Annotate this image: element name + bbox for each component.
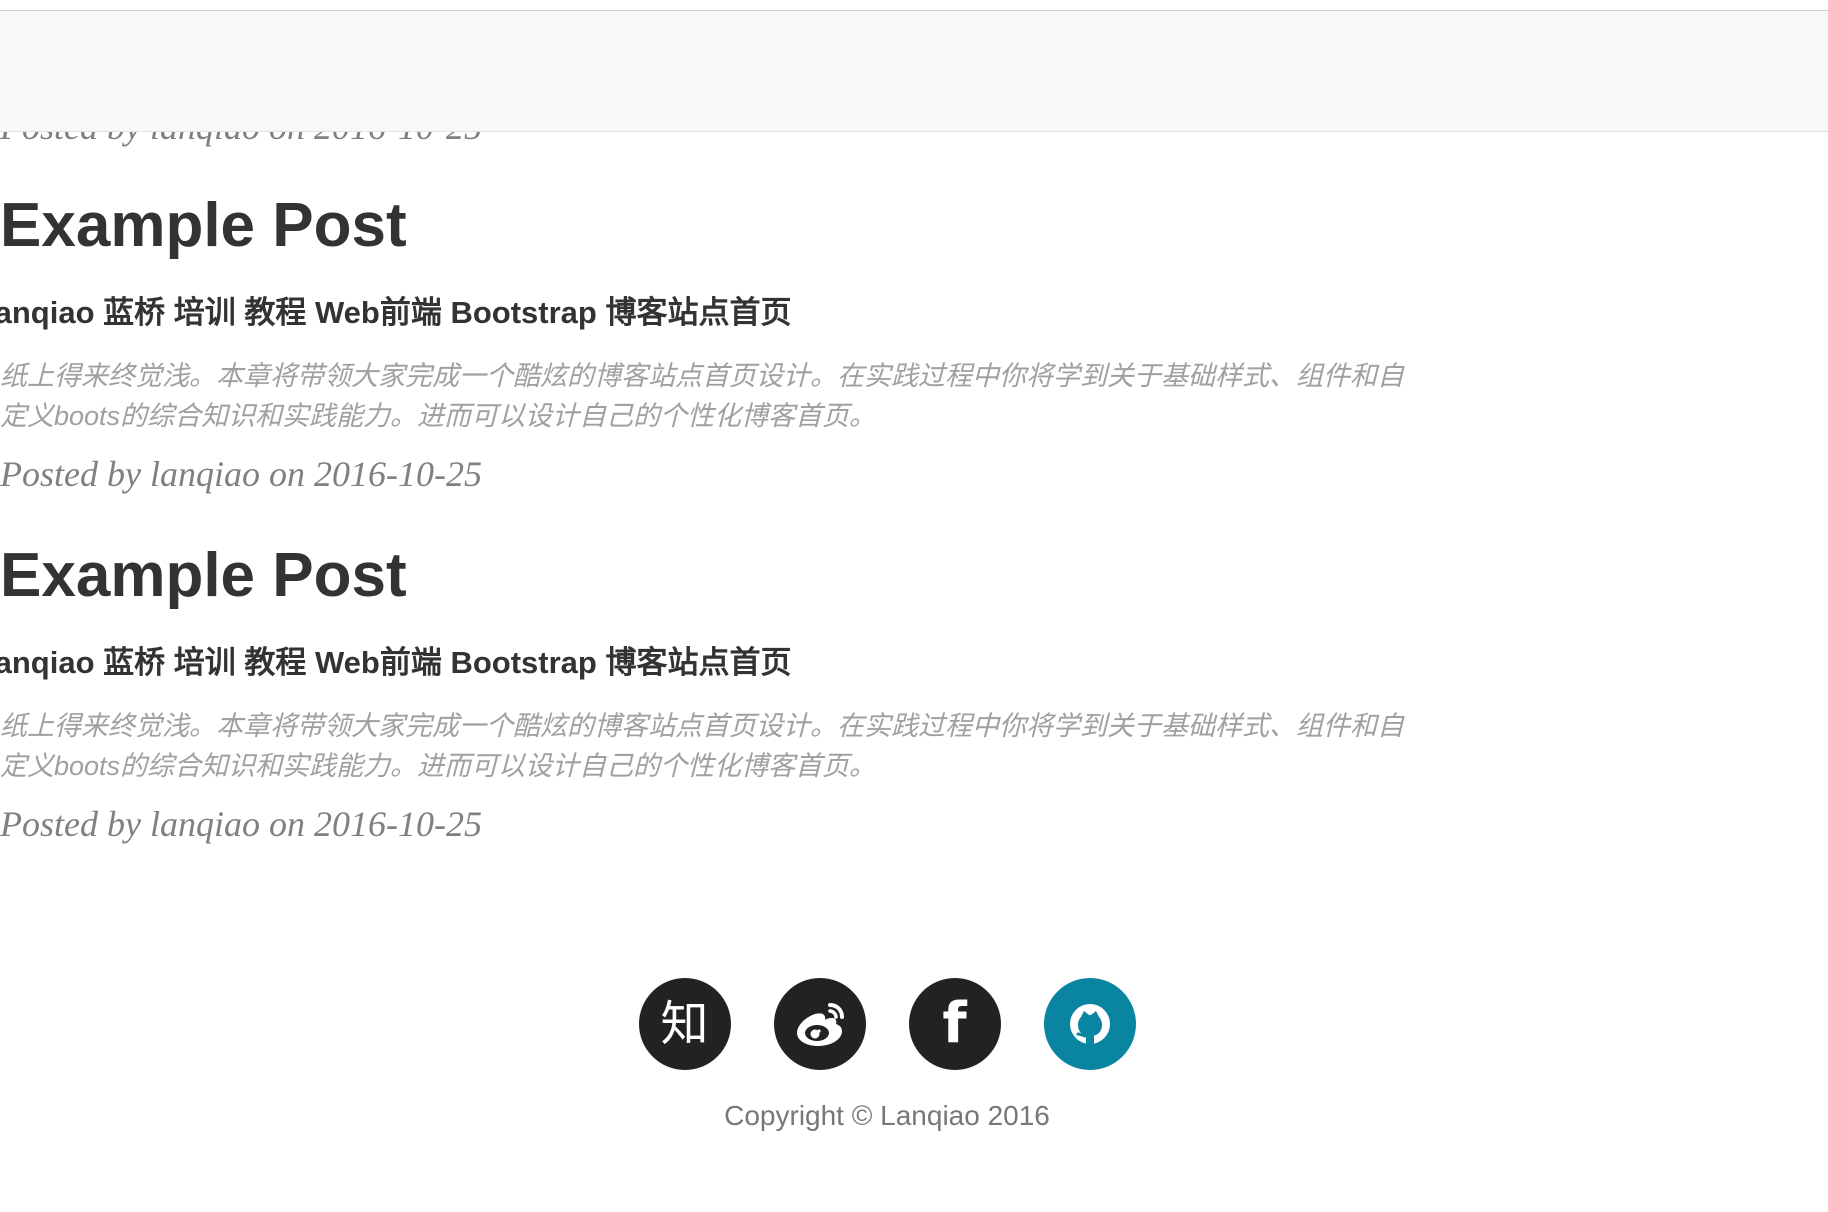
browser-top-edge xyxy=(0,0,1828,11)
zhihu-icon: 知 xyxy=(660,996,709,1052)
copyright-text: Copyright © Lanqiao 2016 xyxy=(724,1100,1050,1131)
navbar xyxy=(0,11,1828,132)
post-preview[interactable]: Example Post lanqiao 蓝桥 培训 教程 Web前端 Boot… xyxy=(0,190,1450,494)
footer: 知 f Copyright © Lanqiao 2016 xyxy=(0,978,1828,1132)
post-meta: Posted by lanqiao on 2016-10-25 xyxy=(0,804,482,844)
facebook-icon: f xyxy=(942,991,967,1056)
weibo-link[interactable] xyxy=(773,978,866,1070)
post-subtitle[interactable]: lanqiao 蓝桥 培训 教程 Web前端 Bootstrap 博客站点首页 xyxy=(0,293,791,333)
social-links: 知 f xyxy=(0,978,1828,1070)
page: Posted by lanqiao on 2016-10-25 Example … xyxy=(0,0,1828,1212)
social-item-github xyxy=(1043,978,1136,1070)
zhihu-link[interactable]: 知 xyxy=(638,978,731,1070)
post-excerpt: 纸上得来终觉浅。本章将带领大家完成一个酷炫的博客站点首页设计。在实践过程中你将学… xyxy=(0,711,1404,781)
post-subtitle[interactable]: lanqiao 蓝桥 培训 教程 Web前端 Bootstrap 博客站点首页 xyxy=(0,643,791,683)
post-title[interactable]: Example Post xyxy=(0,190,1450,262)
post-title[interactable]: Example Post xyxy=(0,540,1450,612)
post-meta: Posted by lanqiao on 2016-10-25 xyxy=(0,454,482,494)
social-item-weibo xyxy=(773,978,866,1070)
github-link[interactable] xyxy=(1043,978,1136,1070)
facebook-link[interactable]: f xyxy=(908,978,1001,1070)
github-icon xyxy=(1069,1004,1110,1044)
social-item-zhihu: 知 xyxy=(638,978,731,1070)
post-preview[interactable]: Example Post lanqiao 蓝桥 培训 教程 Web前端 Boot… xyxy=(0,540,1450,844)
social-item-facebook: f xyxy=(908,978,1001,1070)
weibo-icon xyxy=(796,1003,844,1046)
post-excerpt: 纸上得来终觉浅。本章将带领大家完成一个酷炫的博客站点首页设计。在实践过程中你将学… xyxy=(0,361,1404,431)
